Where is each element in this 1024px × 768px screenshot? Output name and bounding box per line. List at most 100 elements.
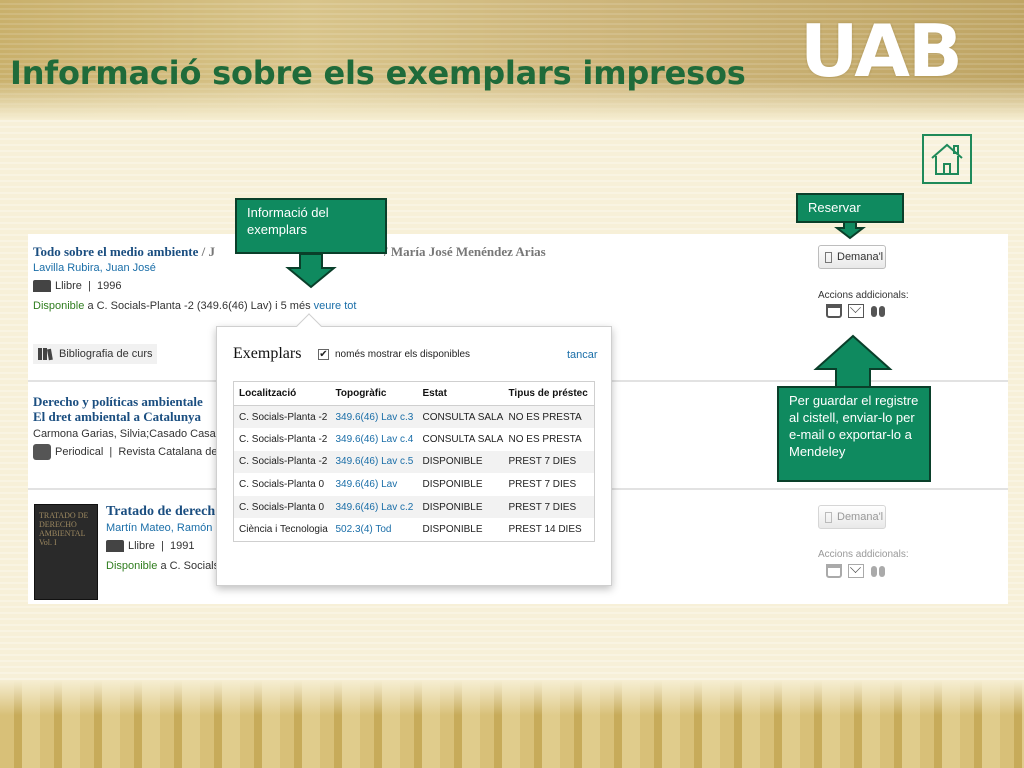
cell-callnumber[interactable]: 502.3(4) Tod <box>331 518 418 541</box>
cell-callnumber[interactable]: 349.6(46) Lav <box>331 473 418 496</box>
column-header-callnumber: Topogràfic <box>330 381 418 406</box>
cell-status: DISPONIBLE <box>422 479 483 491</box>
book-cover[interactable]: TRATADO DE DERECHO AMBIENTAL Vol. I <box>34 504 98 600</box>
callout-additional-actions: Per guardar el registre al cistell, envi… <box>777 386 931 482</box>
bibliography-badge[interactable]: Bibliografia de curs <box>33 344 157 364</box>
mendeley-icon[interactable] <box>870 564 886 578</box>
popup-heading: Exemplars <box>233 345 302 362</box>
column-header-loan-type: Tipus de préstec <box>503 381 595 406</box>
footer-banner <box>0 680 1024 768</box>
record-3-title[interactable]: Tratado de derech <box>106 504 215 520</box>
available-only-label: només mostrar els disponibles <box>335 349 471 360</box>
additional-actions-label-1: Accions addicionals: <box>818 290 909 301</box>
cell-location: Ciència i Tecnologia <box>239 524 328 536</box>
copies-table-header: Localització Topogràfic Estat Tipus de p… <box>233 381 595 406</box>
down-arrow-icon <box>285 253 337 289</box>
cell-callnumber[interactable]: 349.6(46) Lav c.4 <box>331 428 418 451</box>
record-1-availability-text: a C. Socials-Planta -2 (349.6(46) Lav) i… <box>87 300 311 312</box>
cell-status: CONSULTA SALA <box>422 433 504 445</box>
record-2-authors[interactable]: Carmona Garias, Silvia;Casado Casado, I <box>33 428 237 440</box>
basket-icon[interactable] <box>826 304 842 318</box>
column-header-status: Estat <box>417 381 504 406</box>
record-2-title-line2[interactable]: El dret ambiental a Catalunya <box>33 409 201 425</box>
cell-loan-type: PREST 7 DIES <box>508 479 577 491</box>
email-icon[interactable] <box>848 564 864 578</box>
close-popup-link[interactable]: tancar <box>567 349 598 361</box>
record-1-authors[interactable]: Lavilla Rubira, Juan José <box>33 262 156 274</box>
request-label-3: Demana'l <box>837 511 884 523</box>
additional-actions-label-3: Accions addicionals: <box>818 549 909 560</box>
table-row: C. Socials-Planta 0 349.6(46) Lav c.2 DI… <box>233 495 595 519</box>
record-2-journal: Revista Catalana de D <box>118 445 229 458</box>
up-arrow-icon <box>813 334 893 389</box>
cell-callnumber[interactable]: 349.6(46) Lav c.5 <box>330 450 418 474</box>
record-1-year: 1996 <box>97 280 122 292</box>
table-row: Ciència i Tecnologia 502.3(4) Tod DISPON… <box>234 518 595 541</box>
cell-status: DISPONIBLE <box>417 495 504 519</box>
table-row: C. Socials-Planta -2 349.6(46) Lav c.5 D… <box>233 450 595 474</box>
record-1-availability: Disponible a C. Socials-Planta -2 (349.6… <box>33 300 356 312</box>
cell-loan-type: NO ES PRESTA <box>508 433 582 445</box>
record-1-format-label: Llibre <box>55 280 82 292</box>
copies-popup: Exemplars ✔ només mostrar els disponible… <box>216 326 612 586</box>
cell-loan-type: NO ES PRESTA <box>503 405 595 429</box>
record-1-format: Llibre | 1996 <box>33 280 122 293</box>
home-button[interactable] <box>922 134 972 184</box>
mendeley-icon[interactable] <box>870 304 886 318</box>
record-2-format: Periodical | Revista Catalana de D <box>33 444 228 460</box>
table-row: C. Socials-Planta -2 349.6(46) Lav c.4 C… <box>234 428 595 451</box>
cell-status: DISPONIBLE <box>417 450 504 474</box>
copies-table: Localització Topogràfic Estat Tipus de p… <box>233 381 595 542</box>
cell-status: CONSULTA SALA <box>417 405 504 429</box>
record-2-title-line1[interactable]: Derecho y políticas ambientale <box>33 394 203 410</box>
down-arrow-icon <box>834 221 866 240</box>
cell-callnumber[interactable]: 349.6(46) Lav c.3 <box>330 405 418 429</box>
cell-loan-type: PREST 7 DIES <box>503 450 595 474</box>
callout-copies-info: Informació del exemplars <box>235 198 387 254</box>
additional-actions-3 <box>826 564 886 578</box>
cell-location: C. Socials-Planta -2 <box>239 433 328 445</box>
request-button-3[interactable]: Demana'l <box>818 505 886 529</box>
book-icon <box>33 280 51 293</box>
record-1-title-line: Todo sobre el medio ambiente / J <box>33 244 215 260</box>
record-3-availability-status: Disponible <box>106 560 158 572</box>
periodical-icon <box>33 444 51 460</box>
page-title: Informació sobre els exemplars impresos <box>10 54 746 92</box>
record-3-authors[interactable]: Martín Mateo, Ramón <box>106 522 212 534</box>
email-icon[interactable] <box>848 304 864 318</box>
record-1-title-link[interactable]: Todo sobre el medio ambiente <box>33 244 198 259</box>
column-header-location: Localització <box>233 381 331 406</box>
bibliography-label: Bibliografia de curs <box>59 348 153 360</box>
record-3-year: 1991 <box>170 540 195 552</box>
request-button-1[interactable]: Demana'l <box>818 245 886 269</box>
cell-location: C. Socials-Planta 0 <box>233 495 331 519</box>
record-1-author-tail: / J <box>201 244 216 259</box>
cell-location: C. Socials-Planta 0 <box>239 479 325 491</box>
uab-logo: UAB <box>800 9 963 93</box>
record-1-author-tail2: / María José Menéndez Arias <box>384 244 546 259</box>
callout-reserve: Reservar <box>796 193 904 223</box>
cell-location: C. Socials-Planta -2 <box>233 405 331 429</box>
request-label-1: Demana'l <box>837 251 884 263</box>
table-row: C. Socials-Planta -2 349.6(46) Lav c.3 C… <box>233 405 595 429</box>
cell-loan-type: PREST 14 DIES <box>508 524 582 536</box>
table-row: C. Socials-Planta 0 349.6(46) Lav DISPON… <box>234 473 595 496</box>
record-3-availability: Disponible a C. Socials-P <box>106 560 230 572</box>
record-3-format: Llibre | 1991 <box>106 540 195 553</box>
home-icon <box>931 143 963 175</box>
record-1-availability-status: Disponible <box>33 300 85 312</box>
available-only-checkbox[interactable]: ✔ <box>318 349 329 360</box>
basket-icon[interactable] <box>826 564 842 578</box>
cell-callnumber[interactable]: 349.6(46) Lav c.2 <box>330 495 418 519</box>
cell-loan-type: PREST 7 DIES <box>503 495 595 519</box>
books-icon <box>38 348 53 361</box>
bookmark-icon <box>825 511 832 523</box>
record-3-format-label: Llibre <box>128 540 155 552</box>
bookmark-icon <box>825 251 832 263</box>
book-icon <box>106 540 124 553</box>
cell-status: DISPONIBLE <box>422 524 483 536</box>
cell-location: C. Socials-Planta -2 <box>233 450 331 474</box>
additional-actions-1 <box>826 304 886 318</box>
see-all-link[interactable]: veure tot <box>314 300 357 312</box>
record-2-format-label: Periodical <box>55 445 104 458</box>
